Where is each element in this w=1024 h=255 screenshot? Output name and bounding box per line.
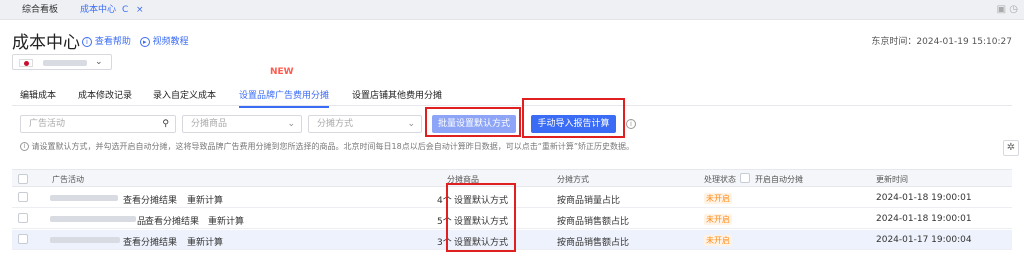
status-badge: 未开启: [704, 214, 732, 225]
campaign-search-input[interactable]: 广告活动 ⚲: [20, 115, 176, 133]
close-tab-icon[interactable]: ×: [136, 4, 144, 17]
app-tab-bar: 综合看板 成本中心 C × ▣ ◷: [0, 0, 1024, 20]
highlight-box: [425, 107, 521, 137]
campaign-name-redacted: [50, 216, 136, 222]
help-link[interactable]: 查看帮助: [95, 37, 131, 47]
info-icon: i: [82, 36, 92, 47]
campaign-name-redacted: [50, 195, 118, 201]
updated-time: 2024-01-18 19:00:01: [876, 214, 972, 224]
history-icon[interactable]: ◷: [1009, 4, 1018, 15]
reload-icon[interactable]: C: [122, 4, 128, 17]
highlight-box: [446, 183, 516, 252]
nav-store-cost-allocation[interactable]: 设置店铺其他费用分摊: [352, 88, 442, 101]
nav-divider: [12, 105, 1012, 106]
col-campaign: 广告活动: [52, 175, 84, 184]
campaign-name-redacted: [50, 237, 120, 243]
status-badge: 未开启: [704, 193, 732, 204]
header-links: i 查看帮助 ▸ 视频教程: [82, 34, 189, 47]
info-notice: i 请设置默认方式，并勾选开启自动分摊，这将导致品牌广告费用分摊到您所选择的商品…: [20, 141, 634, 152]
recalc-link[interactable]: 重新计算: [208, 214, 244, 227]
recalc-link[interactable]: 重新计算: [187, 193, 223, 206]
tab-cost-center[interactable]: 成本中心: [80, 4, 116, 17]
select-all-checkbox[interactable]: [18, 174, 28, 184]
japan-flag-icon: [19, 59, 33, 67]
search-icon: ⚲: [162, 119, 169, 129]
method-value: 按商品销售额占比: [557, 217, 630, 227]
window-icons[interactable]: ▣ ◷: [997, 4, 1018, 15]
status-badge: 未开启: [704, 235, 732, 246]
view-result-link[interactable]: 查看分摊结果: [123, 235, 177, 248]
store-selector[interactable]: ⌄: [12, 54, 112, 70]
method-select[interactable]: 分摊方式 ⌄: [308, 115, 422, 133]
tokyo-clock: 东京时间：2024-01-19 15:10:27: [871, 37, 1012, 47]
chevron-down-icon: ⌄: [287, 119, 295, 129]
column-settings-icon[interactable]: ✲: [1003, 140, 1019, 156]
col-auto-toggle: 开启自动分摊: [755, 175, 803, 184]
nav-cost-history[interactable]: 成本修改记录: [78, 88, 132, 101]
method-value: 按商品销售额占比: [557, 238, 630, 248]
recalc-link[interactable]: 重新计算: [187, 235, 223, 248]
highlight-box: [522, 98, 625, 138]
row-checkbox[interactable]: [18, 192, 28, 202]
video-link[interactable]: 视频教程: [153, 37, 189, 47]
info-icon[interactable]: i: [626, 119, 636, 130]
row-checkbox[interactable]: [18, 213, 28, 223]
updated-time: 2024-01-18 19:00:01: [876, 193, 972, 203]
play-icon: ▸: [139, 36, 150, 47]
view-result-link[interactable]: 查看分摊结果: [145, 214, 199, 227]
view-result-link[interactable]: 查看分摊结果: [123, 193, 177, 206]
tab-dashboard[interactable]: 综合看板: [22, 4, 58, 17]
product-select[interactable]: 分摊商品 ⌄: [182, 115, 302, 133]
col-method: 分摊方式: [557, 175, 589, 184]
updated-time: 2024-01-17 19:00:04: [876, 235, 972, 245]
auto-allocate-checkbox[interactable]: [740, 173, 750, 183]
chevron-down-icon: ⌄: [407, 119, 415, 129]
col-status: 处理状态: [704, 175, 736, 184]
new-badge: NEW: [270, 67, 294, 77]
trash-icon[interactable]: ▣: [997, 4, 1006, 15]
chevron-down-icon: ⌄: [95, 57, 103, 67]
info-icon: i: [20, 142, 29, 151]
row-checkbox[interactable]: [18, 234, 28, 244]
page-title: 成本中心: [12, 33, 80, 53]
nav-custom-cost[interactable]: 录入自定义成本: [153, 88, 216, 101]
method-value: 按商品销量占比: [557, 196, 621, 206]
store-name-redacted: [43, 60, 87, 66]
col-updated: 更新时间: [876, 175, 908, 184]
nav-edit-cost[interactable]: 编辑成本: [20, 88, 56, 101]
